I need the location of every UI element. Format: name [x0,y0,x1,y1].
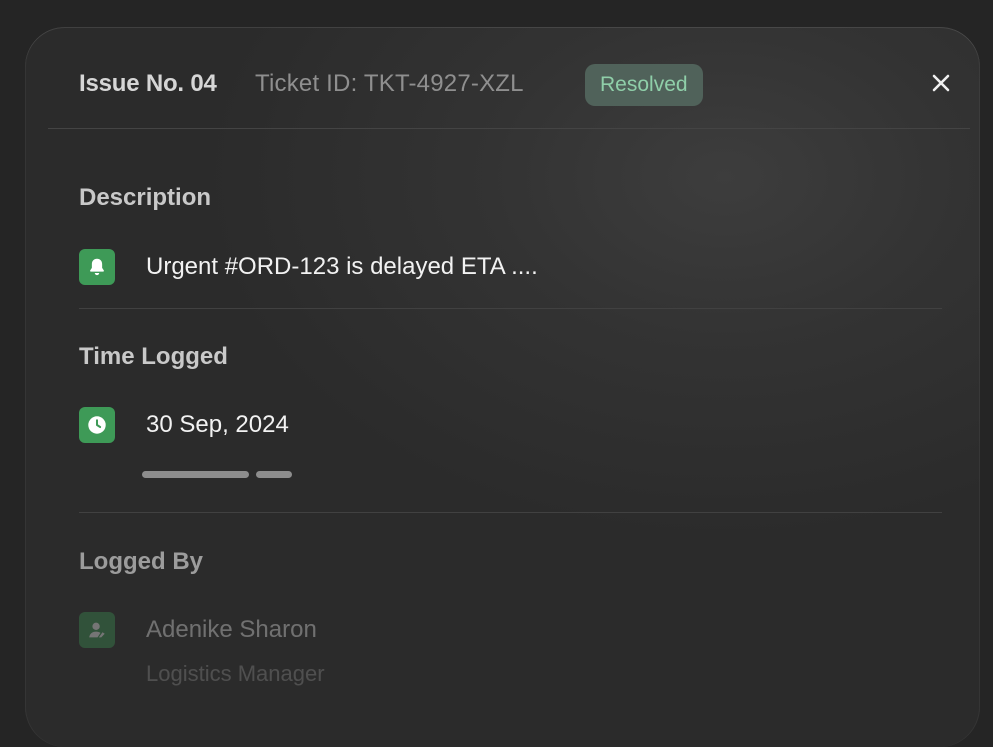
divider [79,308,942,309]
description-icon-badge [79,249,115,285]
loading-skeleton-bar [142,471,249,478]
time-logged-icon-badge [79,407,115,443]
time-logged-date: 30 Sep, 2024 [146,411,289,438]
panel-header: Issue No. 04 Ticket ID: TKT-4927-XZL Res… [48,27,970,129]
time-logged-title: Time Logged [79,343,228,370]
description-title: Description [79,184,212,211]
logged-by-title: Logged By [79,548,203,575]
clock-icon [88,416,106,434]
close-button[interactable] [929,71,953,95]
ticket-id: Ticket ID: TKT-4927-XZL [255,70,524,97]
close-icon[interactable] [929,71,953,95]
issue-detail-panel: Issue No. 04 Ticket ID: TKT-4927-XZL Res… [25,27,980,747]
loading-skeleton-bar [256,471,292,478]
logged-by-name: Adenike Sharon [146,616,317,643]
status-badge: Resolved [585,64,703,106]
issue-title: Issue No. 04 [79,70,217,97]
divider [79,512,942,513]
logged-by-icon-badge [79,612,115,648]
logged-by-role: Logistics Manager [146,661,325,686]
bell-icon [90,258,104,276]
description-text: Urgent #ORD-123 is delayed ETA .... [146,253,538,280]
user-icon [89,622,105,638]
